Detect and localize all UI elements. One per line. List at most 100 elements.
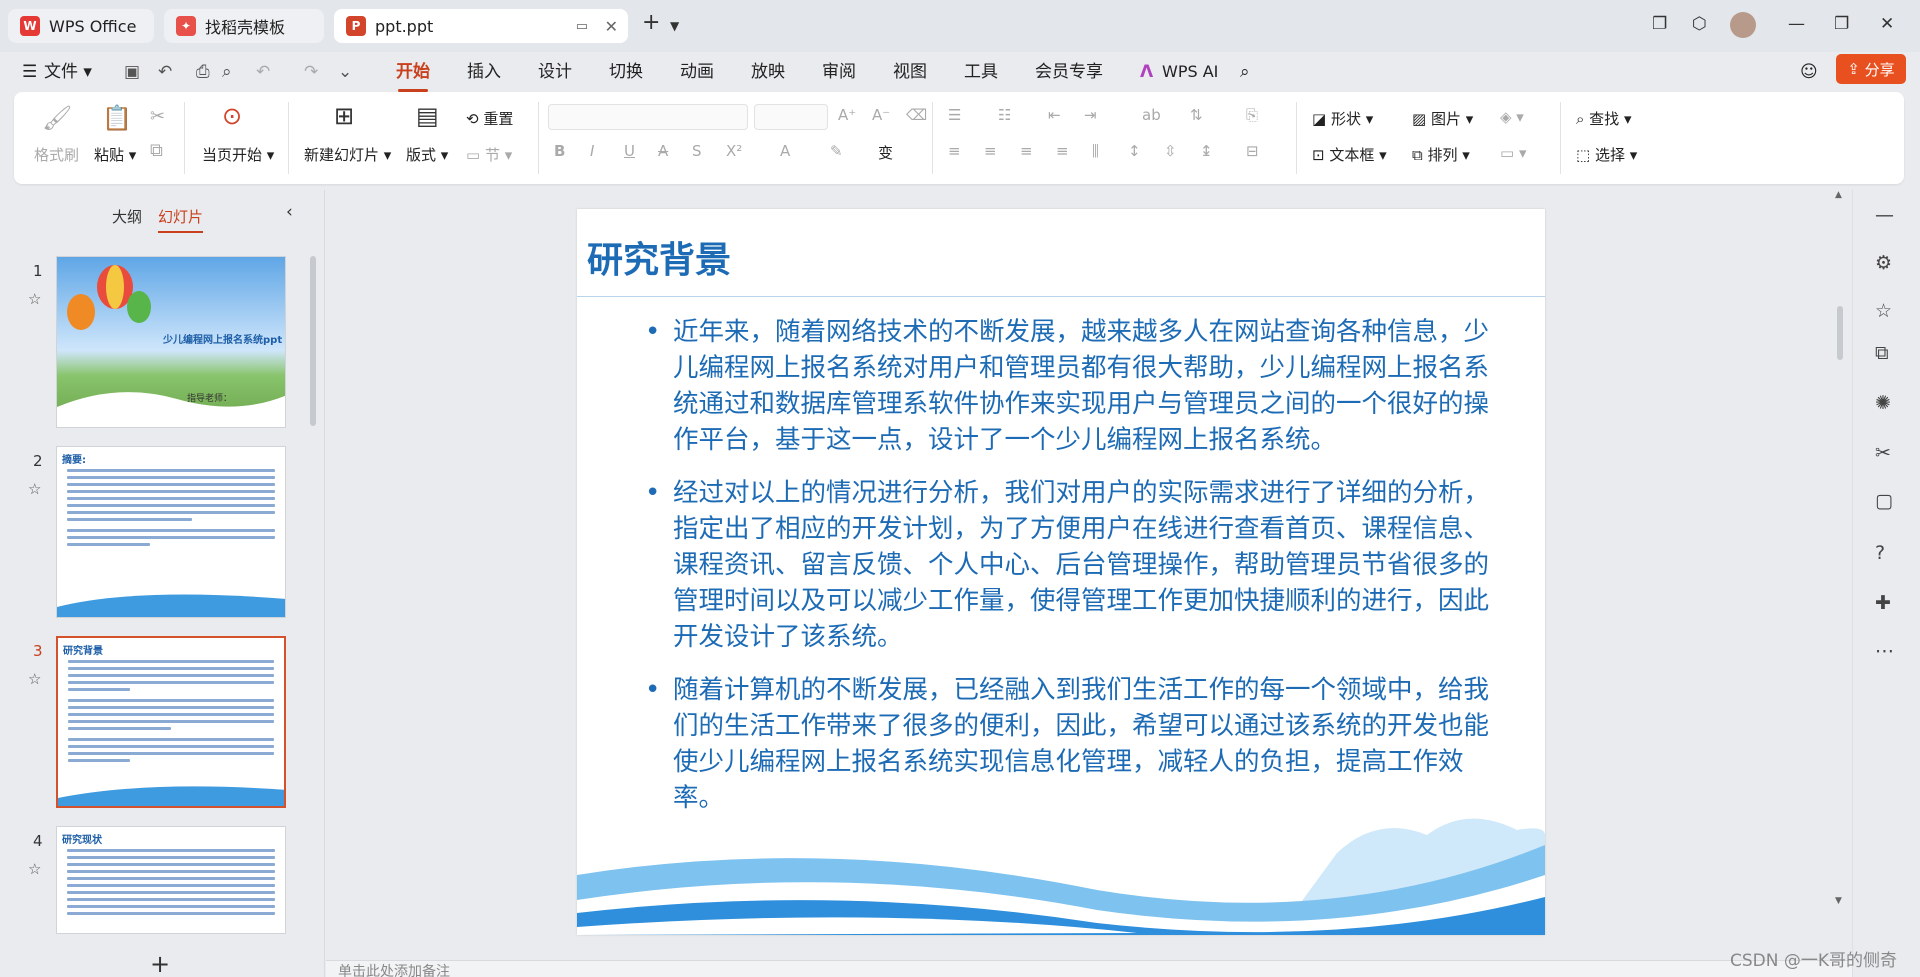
slide-thumbnail-1[interactable]: 少儿编程网上报名系统ppt 指导老师： [56,256,286,428]
hamburger-icon[interactable]: ☰ [22,58,37,86]
brain-icon[interactable]: ✺ [1875,392,1891,414]
phonetic-icon[interactable]: 变 [878,142,893,163]
more-chevron-icon[interactable]: ⌄ [338,58,352,86]
align-right-icon[interactable]: ≡ [1020,142,1033,160]
distribute-icon[interactable]: ⫼ [1092,142,1099,160]
tab-ppt[interactable]: P ppt.ppt ▭ ✕ [334,9,628,43]
collapse-panel-icon[interactable]: ‹ [286,202,293,222]
tab-insert[interactable]: 插入 [467,58,501,86]
font-size-select[interactable] [754,104,828,130]
align-center-icon[interactable]: ≡ [984,142,997,160]
find-button[interactable]: ⌕ 查找 ▾ [1576,108,1632,129]
scroll-down-icon[interactable]: ▼ [1835,896,1842,906]
select-button[interactable]: ⬚ 选择 ▾ [1576,144,1637,165]
book-icon[interactable]: ▢ [1875,490,1893,512]
shadow-icon[interactable]: S [692,142,702,160]
chevron-down-icon[interactable]: ▼ [670,19,679,33]
star-icon[interactable]: ☆ [1875,300,1892,322]
scroll-up-icon[interactable]: ▲ [1835,190,1842,200]
text-direction-icon[interactable]: ab [1142,106,1161,124]
tab-review[interactable]: 审阅 [822,58,856,86]
more-icon[interactable]: ⋯ [1875,640,1894,662]
star-icon[interactable]: ☆ [28,670,41,688]
close-tab-icon[interactable]: ✕ [605,17,618,36]
undo-icon[interactable]: ↶ [158,58,172,86]
save-icon[interactable]: ▣ [124,58,140,86]
file-menu[interactable]: 文件 ▾ [44,58,92,86]
highlight-icon[interactable]: ✎ [830,142,843,160]
copy-icon[interactable]: ⧉ [150,140,163,161]
layout-button[interactable]: 版式 ▾ [406,144,448,165]
text-align-icon[interactable]: ⊟ [1246,142,1259,160]
slide-title[interactable]: 研究背景 [587,231,731,283]
format-painter-icon[interactable]: 🖌 [42,104,72,132]
underline-icon[interactable]: U [624,142,635,160]
tab-member[interactable]: 会员专享 [1035,58,1103,86]
play-icon[interactable]: ⊙ [222,102,242,130]
spacing-icon[interactable]: ↨ [1200,142,1213,160]
decrease-indent-icon[interactable]: ⇤ [1048,106,1061,124]
puzzle-icon[interactable]: ✚ [1875,592,1891,614]
new-slide-icon[interactable]: ⊞ [334,102,354,130]
outline-icon[interactable]: ▭ ▾ [1500,144,1526,162]
star-icon[interactable]: ☆ [28,860,41,878]
format-painter-button[interactable]: 格式刷 [34,144,79,165]
grow-font-icon[interactable]: A⁺ [838,106,856,124]
superscript-icon[interactable]: X² [726,142,742,160]
notes-pane[interactable]: 单击此处添加备注 [326,960,1852,977]
monitor-icon[interactable]: ▭ [576,19,588,34]
paste-button[interactable]: 粘贴 ▾ [94,144,136,165]
current-slide[interactable]: 研究背景 近年来，随着网络技术的不断发展，越来越多人在网站查询各种信息，少儿编程… [577,209,1545,935]
textbox-button[interactable]: ⊡ 文本框 ▾ [1312,144,1387,165]
cube-icon[interactable]: ⬡ [1692,14,1707,34]
image-button[interactable]: ▨ 图片 ▾ [1412,108,1473,129]
bold-icon[interactable]: B [554,142,565,160]
star-icon[interactable]: ☆ [28,290,41,308]
arrange-button[interactable]: ⧉ 排列 ▾ [1412,144,1470,165]
avatar[interactable] [1730,12,1756,38]
convert-icon[interactable]: ⎘ [1246,106,1258,124]
section-button[interactable]: ▭ 节 ▾ [466,144,512,165]
font-color-icon[interactable]: A [780,142,790,160]
redo-arrow-icon[interactable]: ↷ [304,58,318,86]
cut-icon[interactable]: ✂ [150,106,165,127]
search-icon[interactable]: ⌕ [1240,58,1250,86]
italic-icon[interactable]: I [590,142,594,160]
tab-slideshow[interactable]: 放映 [751,58,785,86]
paste-icon[interactable]: 📋 [102,104,132,132]
share-button[interactable]: ⇪ 分享 [1836,54,1906,84]
align-left-icon[interactable]: ≡ [948,142,961,160]
line-spacing-icon[interactable]: ↕ [1128,142,1141,160]
slide-thumbnail-3[interactable]: 研究背景 [56,636,286,808]
adjust-icon[interactable]: ⚙ [1875,252,1892,274]
slide-thumbnail-2[interactable]: 摘要: [56,446,286,618]
minimize-icon[interactable]: — [1788,14,1805,34]
tab-view[interactable]: 视图 [893,58,927,86]
star-icon[interactable]: ☆ [28,480,41,498]
panel-scrollbar[interactable] [310,256,316,426]
clear-format-icon[interactable]: ⌫ [906,106,927,124]
from-current-button[interactable]: 当页开始 ▾ [202,144,274,165]
layout-icon[interactable]: ▤ [416,102,439,130]
print-icon[interactable]: ⎙ [196,58,210,86]
undo-arrow-icon[interactable]: ↶ [256,58,270,86]
add-slide-icon[interactable]: + [150,950,170,977]
comment-icon[interactable]: ☺ [1800,58,1818,86]
paragraph-spacing-icon[interactable]: ⇳ [1164,142,1177,160]
wps-ai-icon[interactable]: Λ [1140,58,1153,86]
slide-thumbnail-4[interactable]: 研究现状 [56,826,286,934]
sort-icon[interactable]: ⇅ [1190,106,1203,124]
new-tab-icon[interactable]: + [642,10,660,35]
copy-slide-icon[interactable]: ⧉ [1875,342,1889,364]
tab-transition[interactable]: 切换 [609,58,643,86]
tab-tools[interactable]: 工具 [964,58,998,86]
minus-icon[interactable]: — [1875,204,1894,226]
wps-ai-button[interactable]: WPS AI [1162,58,1218,86]
tab-wps-office[interactable]: W WPS Office [8,9,154,43]
tab-animation[interactable]: 动画 [680,58,714,86]
tab-home[interactable]: 开始 [396,58,430,92]
shape-button[interactable]: ◪ 形状 ▾ [1312,108,1373,129]
numbering-icon[interactable]: ☷ [998,106,1011,124]
scroll-thumb[interactable] [1837,306,1843,360]
shrink-font-icon[interactable]: A⁻ [872,106,890,124]
